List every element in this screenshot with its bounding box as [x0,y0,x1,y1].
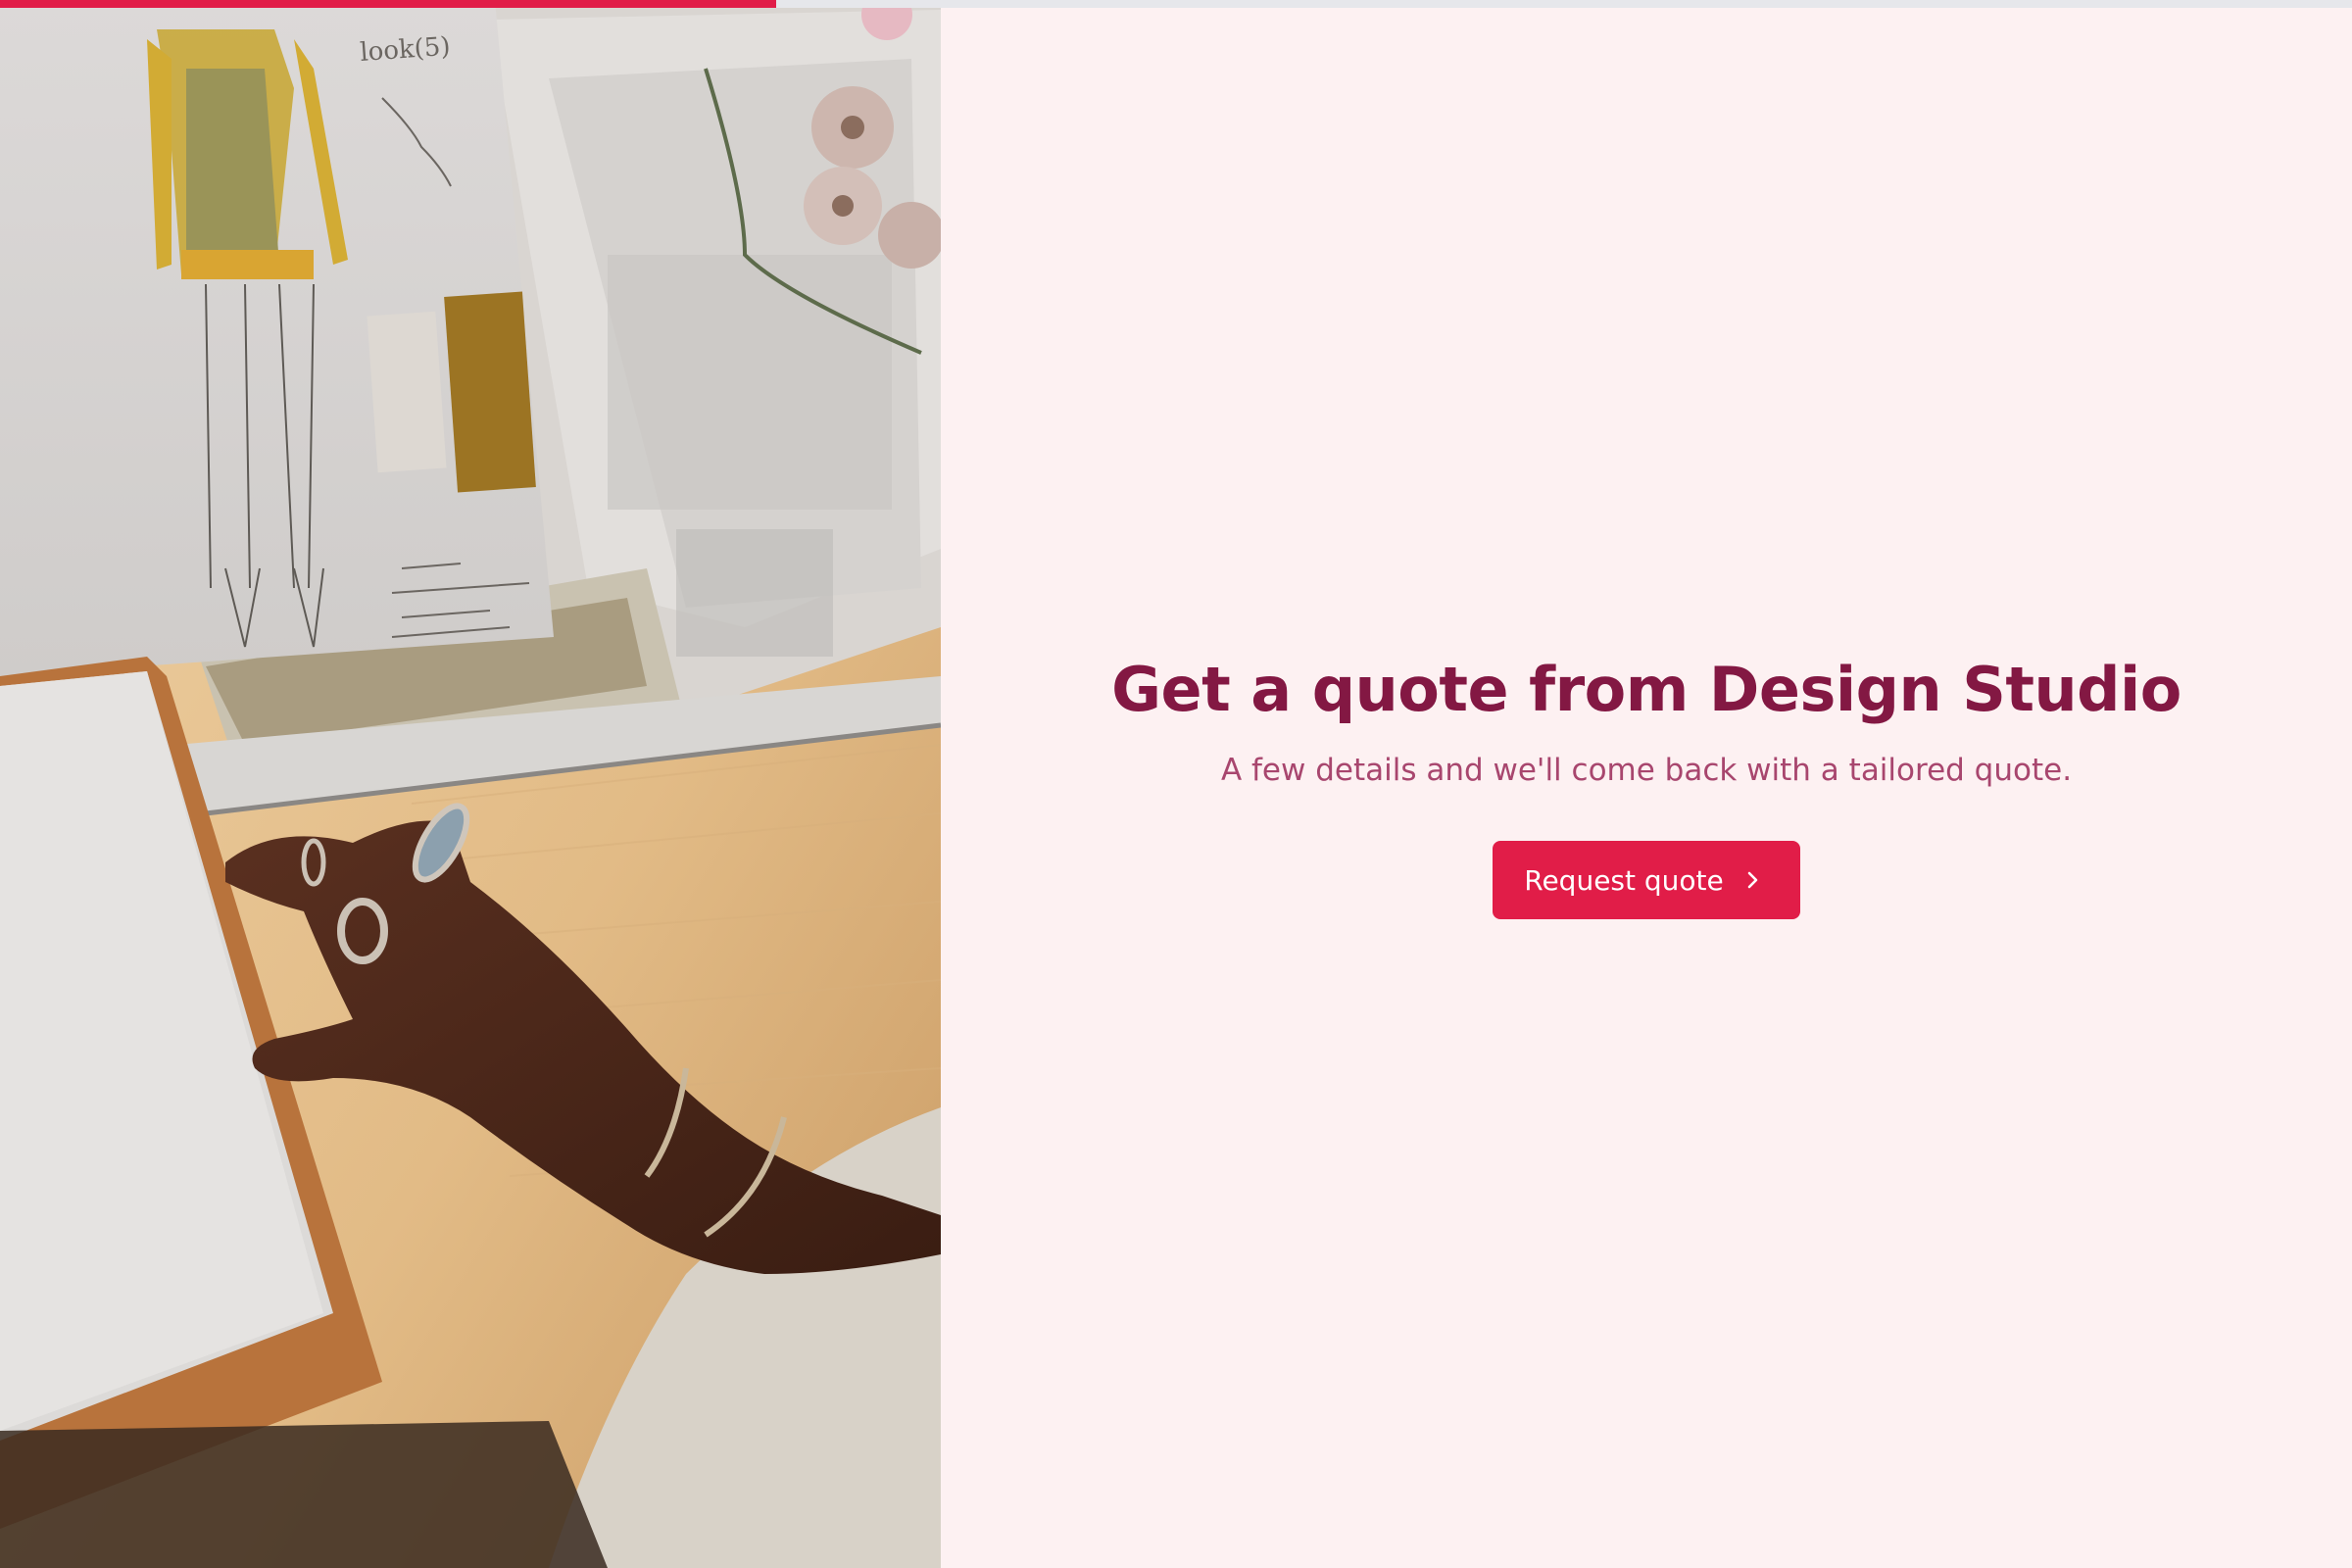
quote-panel: Get a quote from Design Studio A few det… [941,0,2352,1568]
progress-bar-fill [0,0,776,8]
hero-photo-illustration: look(5) [0,0,941,1568]
sketch-note: look(5) [359,32,451,68]
request-quote-button[interactable]: Request quote [1493,841,1800,919]
chevron-right-icon [1747,871,1758,889]
hero-section: Get a quote from Design Studio A few det… [941,651,2352,919]
page-title: Get a quote from Design Studio [1111,654,2181,725]
hero-photo: look(5) [0,0,941,1568]
request-quote-label: Request quote [1524,863,1724,897]
page-subtitle: A few details and we'll come back with a… [1220,753,2073,788]
progress-bar [0,0,2352,8]
